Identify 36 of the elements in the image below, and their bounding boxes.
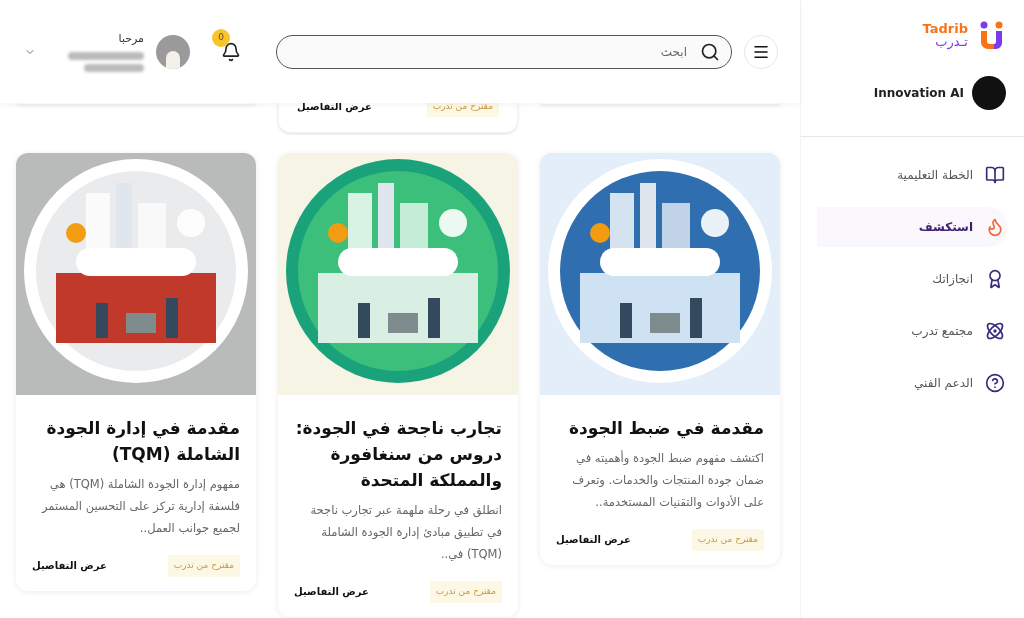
recommended-badge: مقترح من تدرب [691,529,764,551]
recommended-badge: مقترح من تدرب [426,103,499,117]
atom-icon [985,321,1005,341]
notification-badge: 0 [212,28,230,47]
sidebar-item[interactable]: مجتمع تدرب [817,311,1008,351]
recommended-badge: مقترح من تدرب [167,555,240,577]
user-avatar[interactable] [156,34,190,69]
search-icon [700,41,720,62]
course-card[interactable]: مقدمة في ضبط الجودة اكتشف مفهوم ضبط الجودة وأهميته في ضمان جودة المنتجات والخدمات. وتعرف على الأدوات والتقنيات المستخدمة.. مقترح من تدرب عرض التفاصيل [540,153,780,565]
help-icon [985,373,1005,393]
greeting-text: مرحبا [117,31,144,48]
course-title: مقدمة في ضبط الجودة [568,417,764,441]
sidebar-item[interactable]: استكشف [817,207,1008,247]
sidebar-item[interactable]: انجازاتك [817,259,1008,299]
course-title: مقدمة في إدارة الجودة الشاملة (TQM) [45,417,240,466]
organization-avatar [972,76,1006,110]
details-link[interactable]: عرض التفاصيل [556,532,631,548]
sidebar-item[interactable]: الخطة التعليمية [817,155,1008,195]
bell-icon[interactable] [221,41,241,62]
sidebar-item[interactable]: الدعم الفني [817,363,1008,403]
details-link[interactable]: عرض التفاصيل [32,558,107,574]
course-description: اكتشف مفهوم ضبط الجودة وأهميته في ضمان جودة المنتجات والخدمات. وتعرف على الأدوات والتقنيات المستخدمة.. [571,449,764,511]
details-link[interactable]: عرض التفاصيل [294,584,369,600]
course-title: تجارب ناجحة في الجودة: دروس من سنغافورة والمملكة المتحدة [294,417,502,492]
recommended-badge: مقترح من تدرب [429,581,502,603]
course-description: انطلق في رحلة ملهمة عبر تجارب ناجحة في تطبيق مبادئ إدارة الجودة الشاملة (TQM) في.. [309,502,502,563]
book-icon [985,165,1005,185]
details-link[interactable]: عرض التفاصيل [297,103,372,114]
course-description: مفهوم إدارة الجودة الشاملة (TQM) هي فلسفة إدارية تركز على التحسين المستمر لجميع جوانب العمل.. [40,476,240,537]
logo-text: Tadrib [922,22,968,35]
search-field[interactable]: ابحث [276,34,732,69]
flame-icon [985,217,1005,237]
course-card[interactable]: مقدمة في إدارة الجودة الشاملة (TQM) مفهوم إدارة الجودة الشاملة (TQM) هي فلسفة إدارية تركز على التحسين المستمر لجميع جوانب العمل.. مقترح من تدرب عرض التفاصيل [16,153,256,591]
logo-text: تـدرب [934,35,968,48]
organization-name: Innovation AI [873,85,964,102]
course-card[interactable]: تجارب ناجحة في الجودة: دروس من سنغافورة والمملكة المتحدة انطلق في رحلة ملهمة عبر تجارب ناجحة في تطبيق مبادئ إدارة الجودة الشاملة (TQM) في.. مقترح من تدرب عرض التفاصيل [278,153,518,617]
